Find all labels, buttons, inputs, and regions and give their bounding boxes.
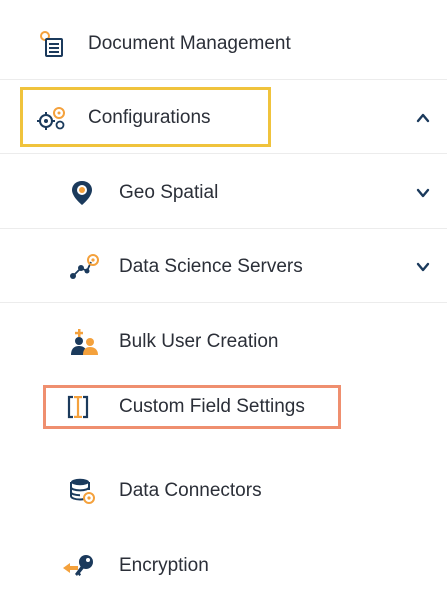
divider xyxy=(0,79,447,80)
sidebar-menu: Document Management Configurations Geo S… xyxy=(0,0,447,582)
chevron-down-icon[interactable] xyxy=(415,185,431,201)
sidebar-item-geo-spatial[interactable]: Geo Spatial xyxy=(0,157,447,229)
sidebar-item-encryption[interactable]: Encryption xyxy=(0,530,447,602)
sidebar-item-label: Data Connectors xyxy=(119,480,262,501)
divider xyxy=(0,302,447,303)
database-connector-icon xyxy=(70,478,95,504)
user-group-add-icon xyxy=(71,329,98,355)
sidebar-item-bulk-user-creation[interactable]: Bulk User Creation xyxy=(0,306,447,378)
sidebar-item-label: Bulk User Creation xyxy=(119,331,279,352)
divider xyxy=(0,228,447,229)
sidebar-item-document-management[interactable]: Document Management xyxy=(0,8,447,80)
sidebar-item-label: Document Management xyxy=(88,33,291,54)
chevron-up-icon[interactable] xyxy=(415,110,431,126)
sidebar-item-label: Data Science Servers xyxy=(119,256,303,277)
sidebar-item-data-connectors[interactable]: Data Connectors xyxy=(0,455,447,527)
chevron-down-icon[interactable] xyxy=(415,259,431,275)
map-pin-icon xyxy=(72,181,92,205)
network-nodes-icon xyxy=(70,254,99,279)
sidebar-item-data-science-servers[interactable]: Data Science Servers xyxy=(0,231,447,303)
highlight-box-configurations xyxy=(20,87,271,147)
key-icon xyxy=(63,555,93,576)
sidebar-item-label: Encryption xyxy=(119,555,209,576)
document-management-icon xyxy=(40,31,63,57)
divider xyxy=(0,153,447,154)
sidebar-item-label: Geo Spatial xyxy=(119,182,219,203)
highlight-box-custom-field-settings xyxy=(43,385,341,429)
